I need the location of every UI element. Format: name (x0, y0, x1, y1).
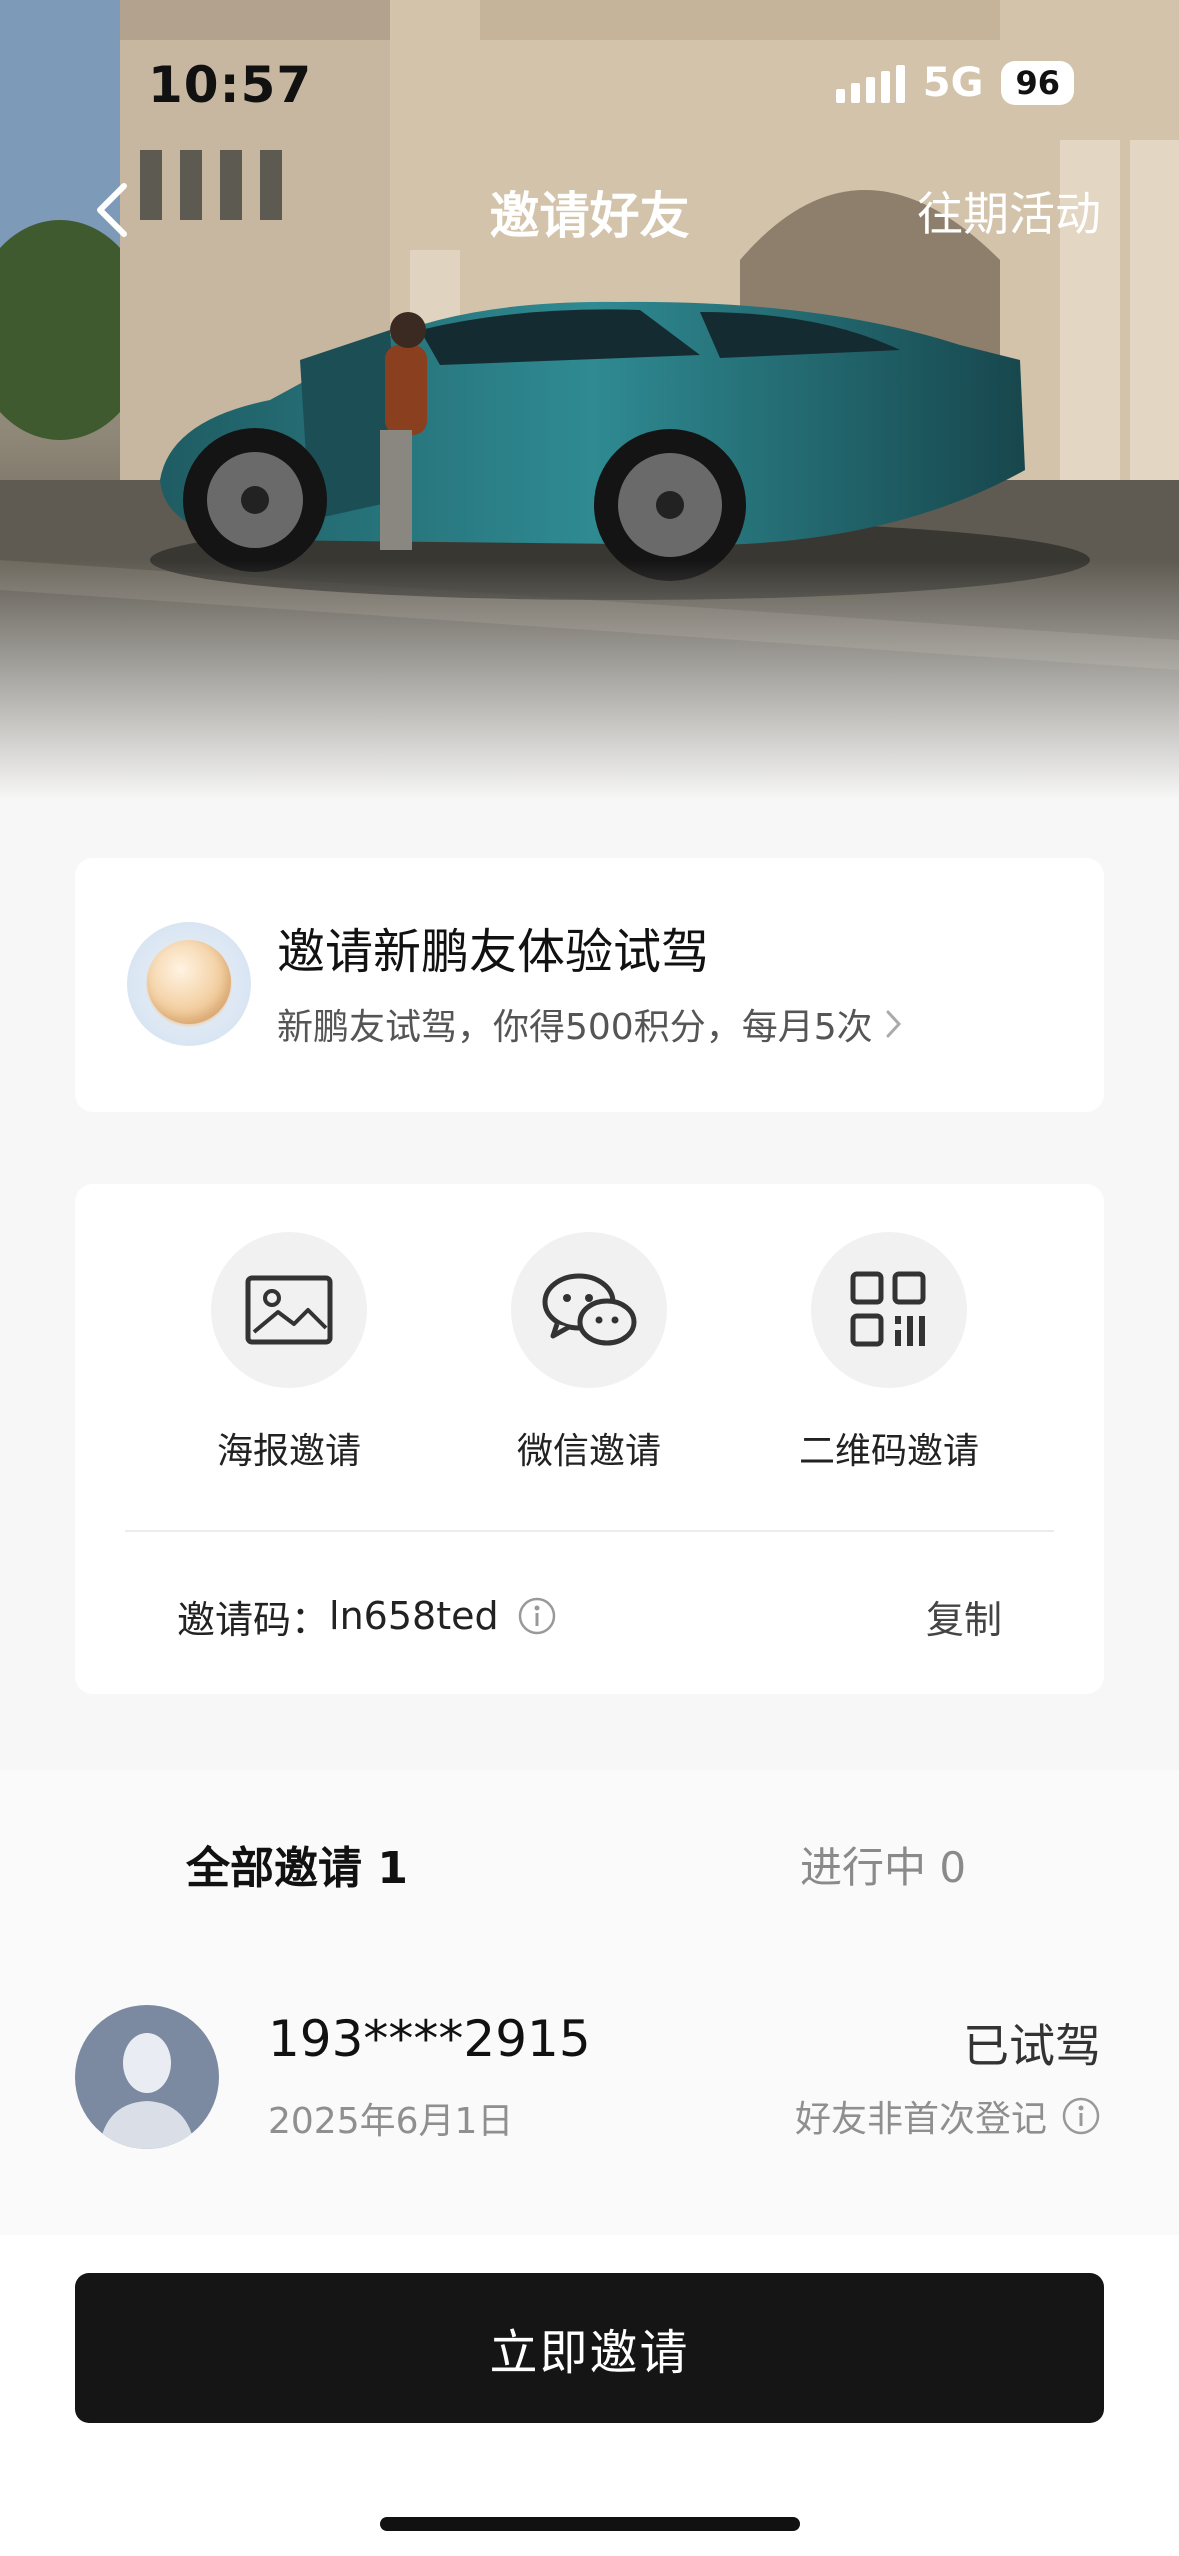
nav-bar: 邀请好友 往期活动 (0, 160, 1179, 250)
status-indicators: 5G 96 (835, 60, 1074, 106)
promo-subtitle-row: 新鹏友试驾，你得500积分，每月5次 (277, 998, 905, 1050)
tab-in-progress[interactable]: 进行中 0 (800, 1834, 966, 1895)
image-icon (245, 1275, 333, 1345)
qr-invite-button[interactable]: 二维码邀请 (759, 1232, 1019, 1474)
battery-icon: 96 (1001, 61, 1074, 105)
copy-button[interactable]: 复制 (926, 1589, 1002, 1644)
chevron-right-icon (886, 1010, 901, 1038)
method-label: 微信邀请 (516, 1431, 661, 1472)
invite-note-row: 好友非首次登记 (795, 2090, 1101, 2142)
tab-all-invites[interactable]: 全部邀请 1 (186, 1832, 408, 1896)
invite-code-value: ln658ted (329, 1594, 499, 1638)
qr-code-icon (850, 1271, 926, 1347)
invitee-phone: 193****2915 (268, 2010, 591, 2068)
coin-icon (127, 922, 251, 1046)
invite-code-row: 邀请码： ln658ted 复制 (177, 1588, 1002, 1644)
info-icon[interactable] (1061, 2096, 1101, 2136)
home-indicator (380, 2517, 800, 2531)
invite-list-section: 全部邀请 1 进行中 0 193****2915 2025年6月1日 已试驾 好… (0, 1770, 1179, 2235)
network-type: 5G (922, 60, 984, 106)
promo-subtitle: 新鹏友试驾，你得500积分，每月5次 (277, 1007, 873, 1048)
signal-icon (835, 63, 905, 103)
method-label: 二维码邀请 (798, 1431, 979, 1472)
wechat-icon (542, 1273, 637, 1346)
promo-card[interactable]: 邀请新鹏友体验试驾 新鹏友试驾，你得500积分，每月5次 (75, 858, 1104, 1112)
divider (125, 1530, 1054, 1532)
status-bar: 10:57 5G 96 (0, 0, 1179, 170)
past-activities-link[interactable]: 往期活动 (917, 178, 1101, 244)
invite-methods-card: 海报邀请 微信邀请 二维码邀请 邀请码： ln658ted 复制 (75, 1184, 1104, 1694)
info-icon[interactable] (517, 1596, 557, 1636)
wechat-invite-button[interactable]: 微信邀请 (459, 1232, 719, 1474)
user-avatar-icon (99, 2033, 195, 2149)
invite-note: 好友非首次登记 (794, 2099, 1047, 2140)
promo-title: 邀请新鹏友体验试驾 (277, 924, 710, 980)
avatar (75, 2005, 219, 2149)
invite-now-button[interactable]: 立即邀请 (75, 2273, 1104, 2423)
chevron-left-icon[interactable] (88, 180, 138, 240)
invite-date: 2025年6月1日 (268, 2101, 514, 2142)
invite-status: 已试驾 (963, 2019, 1101, 2073)
invite-code-label: 邀请码： (177, 1597, 330, 1642)
bottom-bar: 立即邀请 (0, 2235, 1179, 2556)
status-time: 10:57 (148, 56, 313, 114)
poster-invite-button[interactable]: 海报邀请 (159, 1232, 419, 1474)
method-label: 海报邀请 (216, 1431, 361, 1472)
